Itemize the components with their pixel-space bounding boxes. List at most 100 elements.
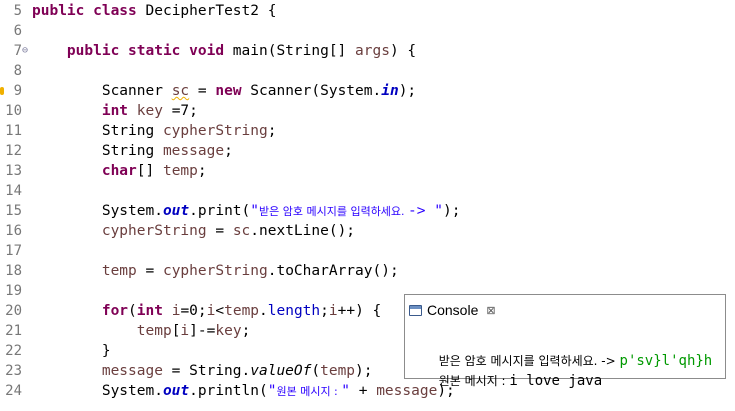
code-token: DecipherTest2 { [145, 3, 277, 19]
code-line[interactable]: 14 [0, 181, 735, 201]
code-token: ; [320, 303, 329, 319]
code-token: < [215, 303, 225, 319]
code-line[interactable]: 10 int key =7; [0, 101, 735, 121]
line-number: 6 [13, 23, 22, 39]
code-token: -> " [408, 203, 443, 219]
code-line[interactable]: 12 String message; [0, 141, 735, 161]
code-token: public static void [66, 43, 233, 59]
code-line[interactable]: 13 char[] temp; [0, 161, 735, 181]
code-token: ) { [389, 43, 417, 59]
code-token: new [215, 83, 251, 99]
code-text: for(int i=0;i<temp.length;i++) { [32, 301, 381, 321]
code-line[interactable]: 17 [0, 241, 735, 261]
code-text: System.out.print("받은 암호 메시지를 입력하세요. -> "… [32, 201, 461, 222]
console-tab-label: Console [427, 302, 479, 318]
code-line[interactable]: 16 cypherString = sc.nextLine(); [0, 221, 735, 241]
code-token: ]-= [189, 323, 216, 339]
code-token: String [32, 123, 163, 139]
code-token: i [328, 303, 338, 319]
code-text: public static void main(String[] args) { [32, 41, 416, 61]
code-token: System. [32, 203, 163, 219]
line-number: 24 [5, 383, 22, 399]
code-token: ); [442, 203, 461, 219]
code-token: out [162, 383, 190, 399]
code-token: = [189, 83, 216, 99]
code-token: ; [267, 123, 277, 139]
code-token: temp [320, 363, 356, 379]
console-view[interactable]: Console ⊠ 받은 암호 메시지를 입력하세요. -> p'sv}l'qh… [404, 294, 726, 389]
line-number: 14 [5, 183, 22, 199]
code-token: Scanner [32, 83, 172, 99]
code-text: } [32, 341, 111, 361]
line-number: 9 [13, 83, 22, 99]
code-text: String cypherString; [32, 121, 277, 141]
code-line[interactable]: 9 Scanner sc = new Scanner(System.in); [0, 81, 735, 101]
code-token: ++) { [337, 303, 382, 319]
code-token: =7; [162, 103, 198, 119]
line-number: 5 [13, 3, 22, 19]
code-token: key [136, 103, 163, 119]
code-token: = [206, 223, 233, 239]
code-line[interactable]: 7 ⊖ public static void main(String[] args… [0, 41, 735, 61]
code-text: temp = cypherString.toCharArray(); [32, 261, 399, 281]
code-token: in [381, 83, 399, 99]
code-token: public class [32, 3, 146, 19]
code-token: ; [241, 323, 251, 339]
code-line[interactable]: 18 temp = cypherString.toCharArray(); [0, 261, 735, 281]
code-text: cypherString = sc.nextLine(); [32, 221, 355, 241]
fold-toggle-icon[interactable]: ⊖ [22, 41, 28, 61]
code-text: temp[i]-=key; [32, 321, 251, 341]
code-token: message [162, 143, 225, 159]
line-number: 15 [5, 203, 22, 219]
code-token: out [162, 203, 190, 219]
code-line[interactable]: 15 System.out.print("받은 암호 메시지를 입력하세요. -… [0, 201, 735, 221]
code-token: cypherString [162, 263, 268, 279]
code-token: .print( [189, 203, 251, 219]
code-token: key [215, 323, 242, 339]
code-token: =0; [180, 303, 207, 319]
code-token: char [101, 163, 137, 179]
tab-console[interactable]: Console ⊠ [409, 300, 496, 320]
line-number: 13 [5, 163, 22, 179]
code-text: message = String.valueOf(temp); [32, 361, 373, 381]
code-token: ); [355, 363, 373, 379]
close-icon[interactable]: ⊠ [486, 304, 495, 317]
code-token: valueOf [250, 363, 312, 379]
code-token: .println( [189, 383, 268, 399]
code-text: int key =7; [32, 101, 198, 121]
code-token: temp [162, 163, 198, 179]
code-token: } [32, 343, 111, 359]
line-number: 19 [5, 283, 22, 299]
code-token: .toCharArray(); [267, 263, 399, 279]
code-token: 원본 메시지 : [276, 385, 342, 398]
code-token: length [267, 303, 321, 319]
code-token: int [136, 303, 172, 319]
line-number: 16 [5, 223, 22, 239]
code-token: ); [398, 83, 417, 99]
console-user-input: p'sv}l'qh}h [619, 353, 713, 369]
console-result-value: i love java [509, 373, 603, 389]
code-token: message [101, 363, 163, 379]
code-line[interactable]: 11 String cypherString; [0, 121, 735, 141]
code-text: char[] temp; [32, 161, 207, 181]
line-number: 10 [5, 103, 22, 119]
code-line[interactable]: 5 public class DecipherTest2 { [0, 1, 735, 21]
code-token: . [259, 303, 268, 319]
code-token: temp [136, 323, 172, 339]
code-token: args [355, 43, 390, 59]
code-text: System.out.println("원본 메시지 : " + message… [32, 381, 455, 402]
code-line[interactable]: 6 [0, 21, 735, 41]
line-number: 20 [5, 303, 22, 319]
code-token: main(String[] [232, 43, 356, 59]
code-token: [] [136, 163, 163, 179]
console-icon [409, 304, 422, 316]
code-text: public class DecipherTest2 { [32, 1, 276, 21]
code-token: sc [232, 223, 251, 239]
code-line[interactable]: 8 [0, 61, 735, 81]
code-token: temp [101, 263, 137, 279]
